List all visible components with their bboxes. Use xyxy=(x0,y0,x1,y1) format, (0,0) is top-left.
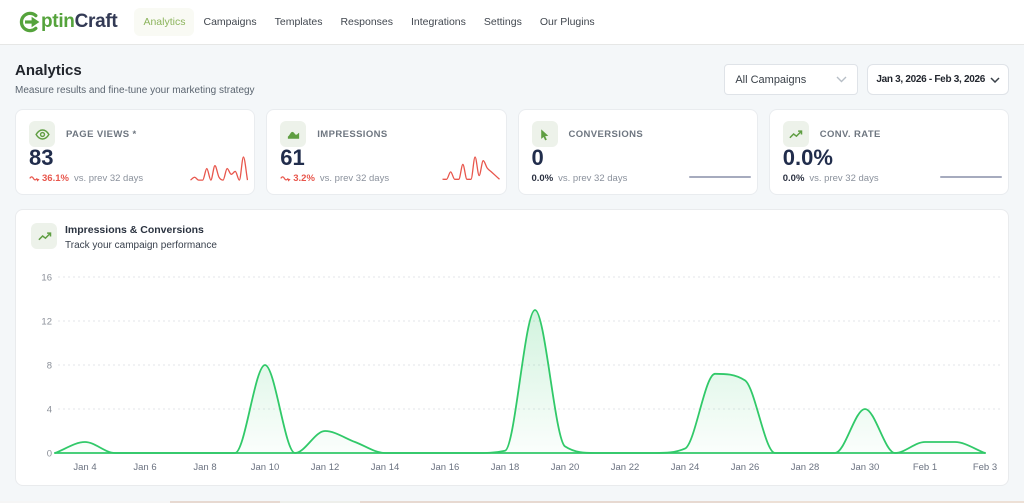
stat-card-conv-rate: CONV. RATE 0.0% 0.0% vs. prev 32 days xyxy=(769,109,1009,195)
brand-name-suffix: Craft xyxy=(75,11,118,33)
svg-text:Jan 14: Jan 14 xyxy=(371,462,400,473)
page-subtitle: Measure results and fine-tune your marke… xyxy=(15,85,255,96)
stat-label: CONVERSIONS xyxy=(569,129,644,140)
top-bar: ptinCraft Analytics Campaigns Templates … xyxy=(0,0,1024,45)
stat-compare: vs. prev 32 days xyxy=(809,173,878,184)
sparkline-flat xyxy=(940,176,1002,178)
svg-text:Jan 30: Jan 30 xyxy=(851,462,880,473)
svg-text:Jan 22: Jan 22 xyxy=(611,462,640,473)
area-chart-icon xyxy=(280,121,306,147)
svg-text:12: 12 xyxy=(41,317,52,328)
sparkline-impressions xyxy=(442,154,500,184)
sparkline-page-views xyxy=(190,154,248,184)
line-chart-icon xyxy=(31,223,57,249)
svg-text:0: 0 xyxy=(47,449,52,460)
campaign-select-value: All Campaigns xyxy=(735,74,806,86)
stat-delta: 0.0% xyxy=(783,173,805,184)
brand-name-prefix: ptin xyxy=(41,11,75,33)
svg-text:16: 16 xyxy=(41,273,52,284)
main-nav: Analytics Campaigns Templates Responses … xyxy=(134,8,603,36)
stat-label: PAGE VIEWS * xyxy=(66,129,137,140)
svg-text:Jan 6: Jan 6 xyxy=(133,462,156,473)
svg-text:Jan 10: Jan 10 xyxy=(251,462,280,473)
stat-compare: vs. prev 32 days xyxy=(320,173,389,184)
stat-delta: 3.2% xyxy=(293,173,315,184)
nav-item-our-plugins[interactable]: Our Plugins xyxy=(531,8,604,36)
svg-text:Feb 3: Feb 3 xyxy=(973,462,997,473)
stats-row: PAGE VIEWS * 83 36.1% vs. prev 32 days I… xyxy=(0,109,1024,195)
date-range-value: Jan 3, 2026 - Feb 3, 2026 xyxy=(876,74,985,85)
nav-item-settings[interactable]: Settings xyxy=(475,8,531,36)
nav-item-campaigns[interactable]: Campaigns xyxy=(194,8,265,36)
nav-item-responses[interactable]: Responses xyxy=(331,8,402,36)
svg-text:Feb 1: Feb 1 xyxy=(913,462,937,473)
stat-label: IMPRESSIONS xyxy=(317,129,387,140)
delta-down-icon: 3.2% xyxy=(280,173,315,184)
svg-text:Jan 16: Jan 16 xyxy=(431,462,460,473)
svg-text:Jan 18: Jan 18 xyxy=(491,462,520,473)
chart-title: Impressions & Conversions xyxy=(65,224,217,237)
chart-subtitle: Track your campaign performance xyxy=(65,240,217,251)
date-range-picker[interactable]: Jan 3, 2026 - Feb 3, 2026 xyxy=(867,64,1009,95)
stat-label: CONV. RATE xyxy=(820,129,881,140)
stat-compare: vs. prev 32 days xyxy=(558,173,627,184)
stat-delta-row: 0.0% vs. prev 32 days xyxy=(783,173,995,184)
stat-delta: 36.1% xyxy=(42,173,69,184)
svg-text:Jan 26: Jan 26 xyxy=(731,462,760,473)
stat-delta-row: 0.0% vs. prev 32 days xyxy=(532,173,744,184)
trend-up-icon xyxy=(783,121,809,147)
svg-text:4: 4 xyxy=(47,405,52,416)
nav-item-analytics[interactable]: Analytics xyxy=(134,8,194,36)
nav-item-integrations[interactable]: Integrations xyxy=(402,8,475,36)
stat-card-conversions: CONVERSIONS 0 0.0% vs. prev 32 days xyxy=(518,109,758,195)
svg-text:Jan 28: Jan 28 xyxy=(791,462,820,473)
impressions-conversions-chart: 0 4 8 12 16 Jan 4 Jan 6 Jan 8 Jan 10 Jan 12 Jan 14… xyxy=(16,258,1008,480)
stat-card-page-views: PAGE VIEWS * 83 36.1% vs. prev 32 days xyxy=(15,109,255,195)
stat-delta: 0.0% xyxy=(532,173,554,184)
logo-g-icon xyxy=(18,11,40,33)
svg-text:Jan 24: Jan 24 xyxy=(671,462,700,473)
chevron-down-icon xyxy=(990,77,1000,83)
brand-logo[interactable]: ptinCraft xyxy=(18,11,117,33)
sparkline-flat xyxy=(689,176,751,178)
cursor-click-icon xyxy=(532,121,558,147)
impressions-conversions-card: Impressions & Conversions Track your cam… xyxy=(15,209,1009,486)
stat-card-impressions: IMPRESSIONS 61 3.2% vs. prev 32 days xyxy=(266,109,506,195)
svg-text:Jan 12: Jan 12 xyxy=(311,462,340,473)
svg-text:8: 8 xyxy=(47,361,52,372)
svg-text:Jan 8: Jan 8 xyxy=(193,462,216,473)
svg-text:Jan 4: Jan 4 xyxy=(73,462,96,473)
delta-down-icon: 36.1% xyxy=(29,173,69,184)
campaign-select[interactable]: All Campaigns xyxy=(724,64,858,95)
nav-item-templates[interactable]: Templates xyxy=(266,8,332,36)
chevron-down-icon xyxy=(836,76,847,83)
stat-value: 0 xyxy=(532,147,744,169)
page-header: Analytics Measure results and fine-tune … xyxy=(0,45,1024,109)
svg-text:Jan 20: Jan 20 xyxy=(551,462,580,473)
stat-value: 0.0% xyxy=(783,147,995,169)
stat-compare: vs. prev 32 days xyxy=(74,173,143,184)
eye-icon xyxy=(29,121,55,147)
page-title: Analytics xyxy=(15,62,255,79)
